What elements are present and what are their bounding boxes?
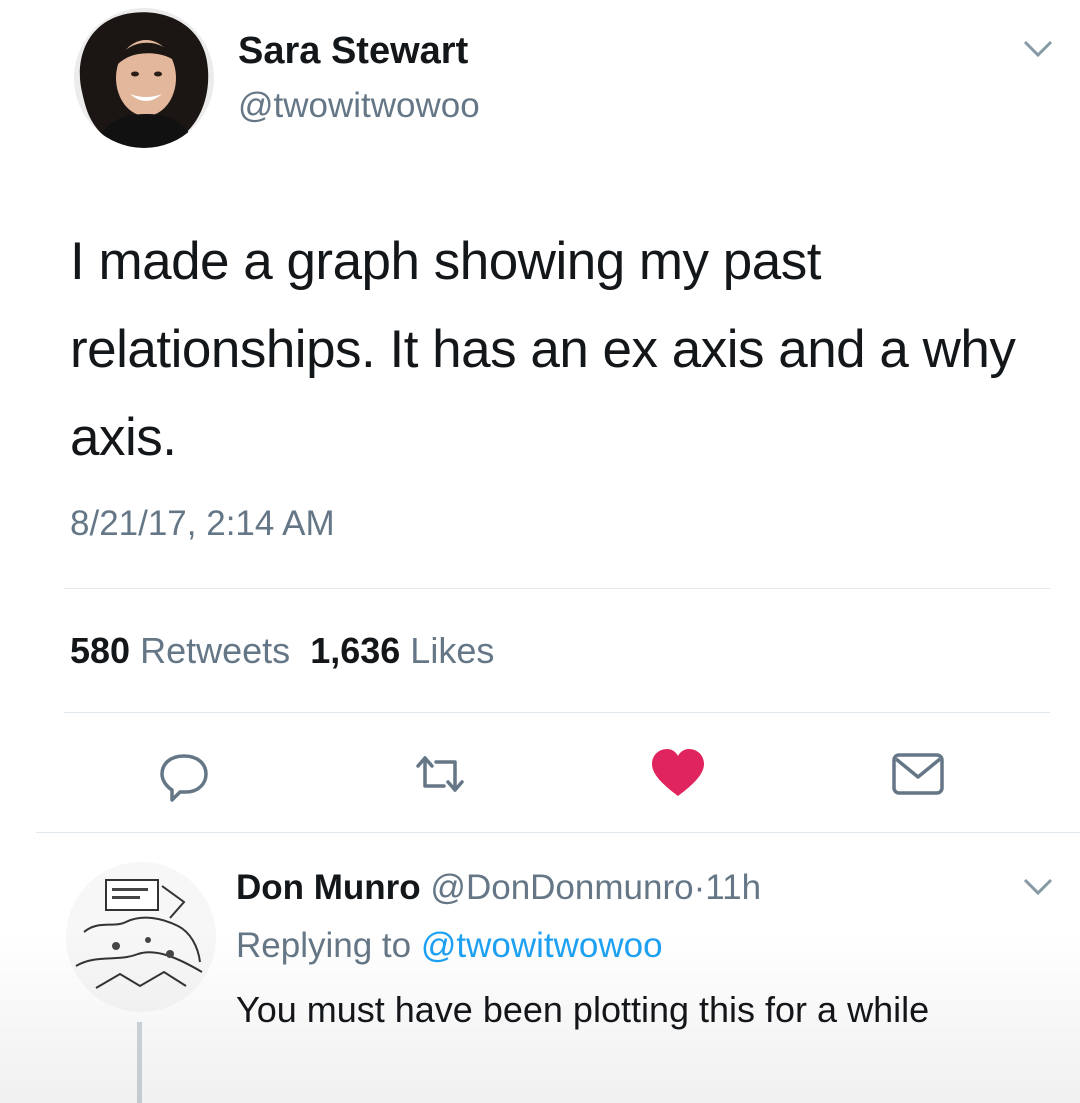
divider [36,832,1080,833]
tweet-timestamp[interactable]: 8/21/17, 2:14 AM [70,504,335,544]
retweets-label[interactable]: Retweets [140,630,290,671]
like-count[interactable]: 1,636 [310,630,400,671]
chevron-down-icon[interactable] [1022,876,1054,898]
replying-to: Replying to @twowitwowoo [236,926,663,966]
divider [64,588,1050,589]
author-name[interactable]: Sara Stewart [238,30,468,73]
reply-icon[interactable] [156,746,212,802]
heart-icon[interactable] [650,746,706,802]
replying-to-label: Replying to [236,926,412,965]
reply-author-name[interactable]: Don Munro [236,868,421,907]
reply-author-handle[interactable]: @DonDonmunro [430,868,693,907]
reply-header: Don Munro @DonDonmunro·11h [236,868,761,908]
retweet-icon[interactable] [412,746,468,802]
author-avatar[interactable] [74,8,214,148]
chevron-down-icon[interactable] [1022,38,1054,60]
replying-to-handle[interactable]: @twowitwowoo [421,926,663,965]
likes-label[interactable]: Likes [410,630,494,671]
reply-avatar[interactable] [66,862,216,1012]
thread-line [137,1022,142,1103]
retweet-count[interactable]: 580 [70,630,130,671]
reply-separator: · [693,868,706,907]
tweet-text: I made a graph showing my past relations… [70,232,1016,467]
tweet-stats: 580 Retweets 1,636 Likes [70,630,494,672]
divider [64,712,1050,713]
reply-text: You must have been plotting this for a w… [236,989,930,1030]
author-handle[interactable]: @twowitwowoo [238,86,480,126]
message-icon[interactable] [890,746,946,802]
reply-time[interactable]: 11h [705,868,761,907]
